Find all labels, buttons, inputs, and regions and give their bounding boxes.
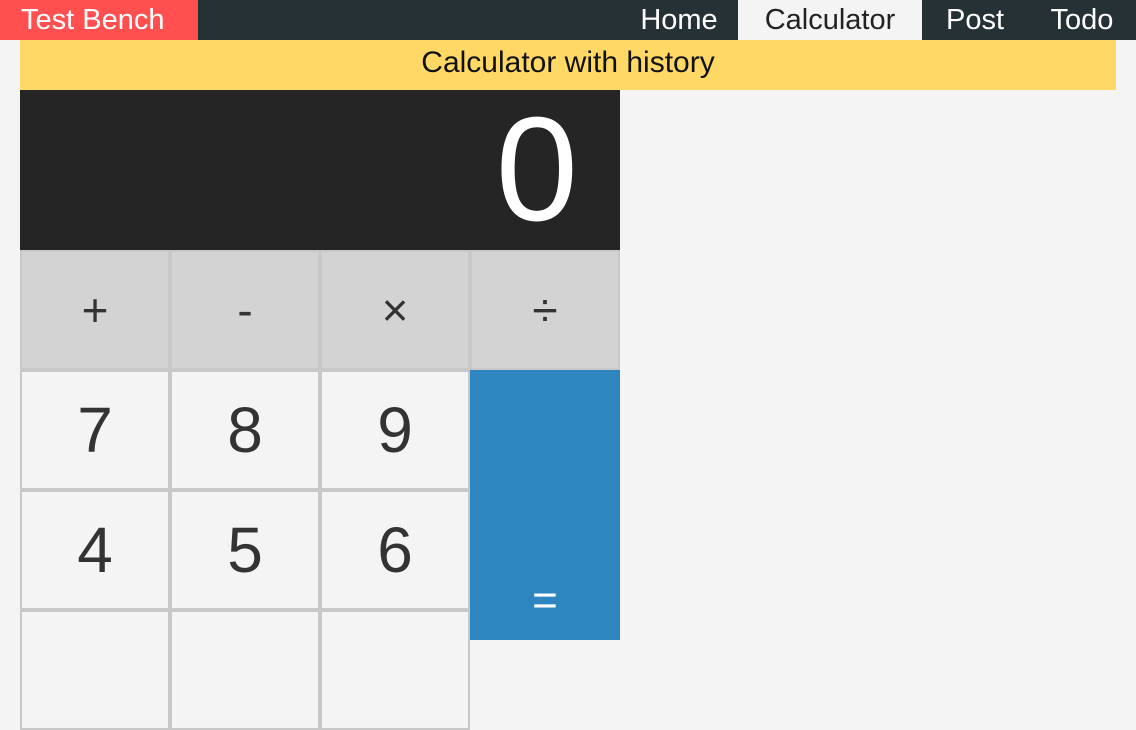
calculator-display: 0: [20, 90, 620, 250]
keypad-button[interactable]: [320, 610, 470, 730]
divide-button[interactable]: ÷: [470, 250, 620, 370]
digit-4-button[interactable]: 4: [20, 490, 170, 610]
digit-8-button[interactable]: 8: [170, 370, 320, 490]
digit-6-button[interactable]: 6: [320, 490, 470, 610]
keypad-button[interactable]: [170, 610, 320, 730]
digit-5-button[interactable]: 5: [170, 490, 320, 610]
keypad-button[interactable]: [20, 610, 170, 730]
nav-home[interactable]: Home: [620, 0, 738, 40]
multiply-button[interactable]: ×: [320, 250, 470, 370]
equals-button[interactable]: =: [470, 370, 620, 640]
nav-todo[interactable]: Todo: [1028, 0, 1136, 40]
top-navigation-bar: Test Bench Home Calculator Post Todo: [0, 0, 1136, 40]
nav-post[interactable]: Post: [922, 0, 1028, 40]
digit-9-button[interactable]: 9: [320, 370, 470, 490]
nav-calculator[interactable]: Calculator: [738, 0, 922, 40]
digit-7-button[interactable]: 7: [20, 370, 170, 490]
brand-logo[interactable]: Test Bench: [0, 0, 198, 40]
page-title-banner: Calculator with history: [20, 40, 1116, 90]
add-button[interactable]: +: [20, 250, 170, 370]
subtract-button[interactable]: -: [170, 250, 320, 370]
